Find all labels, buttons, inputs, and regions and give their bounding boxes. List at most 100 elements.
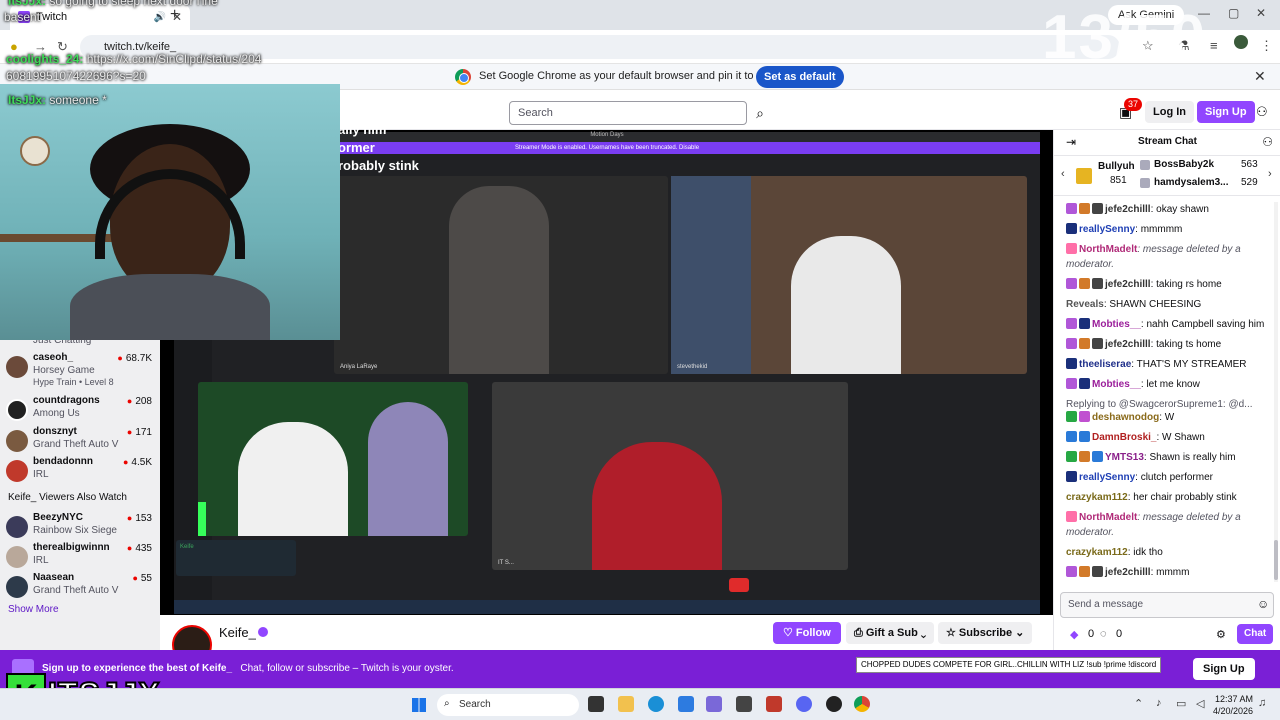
app-icon[interactable] [706, 696, 722, 712]
chat-username[interactable]: theeliserae [1079, 359, 1131, 370]
chat-header: ⇥ Stream Chat ⚇ [1054, 130, 1280, 156]
chat-message[interactable]: jefe2chilll: taking rs home [1066, 277, 1272, 292]
chat-message[interactable]: NorthMadelt: message deleted by a modera… [1066, 242, 1272, 272]
chat-send-button[interactable]: Chat [1237, 624, 1274, 644]
chat-username[interactable]: jefe2chilll [1105, 279, 1151, 290]
chat-username[interactable]: NorthMadelt [1079, 244, 1137, 255]
discord-icon[interactable] [796, 696, 812, 712]
file-explorer-icon[interactable] [618, 696, 634, 712]
tray-chevron-icon[interactable]: ⌃ [1134, 697, 1143, 710]
banner-signup-button[interactable]: Sign Up [1193, 658, 1255, 680]
media-icon[interactable]: ≡ [1210, 38, 1218, 53]
clock-date: 4/20/2026 [1213, 706, 1254, 716]
volume-icon[interactable]: ◁ [1196, 697, 1204, 710]
chat-badge-icon [1066, 451, 1077, 462]
channel-name[interactable]: Keife_ [219, 625, 256, 640]
microphone-icon[interactable]: ♪ [1156, 697, 1162, 709]
task-view-icon[interactable] [588, 696, 604, 712]
chat-message-list[interactable]: jefe2chilll: okay shawn reallySenny: mmmm… [1054, 202, 1276, 584]
twitch-search-input[interactable]: Search [509, 101, 747, 125]
chat-badge-icon [1066, 378, 1077, 389]
chat-message[interactable]: deshawnodog: W [1066, 410, 1272, 425]
settings-icon[interactable] [678, 696, 694, 712]
speaker-icon[interactable]: 🔊 [153, 12, 165, 23]
channel-name: Naasean [33, 572, 75, 583]
community-icon[interactable]: ⚇ [1262, 135, 1273, 149]
chat-username[interactable]: Mobties__ [1092, 379, 1141, 390]
overlay-text: basent [4, 10, 41, 24]
chat-message[interactable]: jefe2chilll: taking ts home [1066, 337, 1272, 352]
network-icon[interactable]: ▭ [1176, 697, 1186, 710]
chat-message[interactable]: YMTS13: Shawn is really him [1066, 450, 1272, 465]
app-icon[interactable] [766, 696, 782, 712]
window-close-icon[interactable]: ✕ [1256, 6, 1266, 20]
video-tile-2: stevethekid [671, 176, 1027, 374]
chat-message[interactable]: crazykam112: idk tho [1066, 545, 1272, 560]
chat-username[interactable]: Mobties__ [1092, 319, 1141, 330]
sidebar-channel-bendadonnn[interactable]: bendadonnn IRL 4.5K [6, 456, 156, 494]
new-tab-button[interactable]: + [170, 6, 179, 24]
chat-username[interactable]: jefe2chilll [1105, 204, 1151, 215]
chat-message-text: : mmmm [1150, 567, 1190, 578]
subscribe-button[interactable]: ☆ Subscribe ⌄ [938, 622, 1033, 644]
user-menu-icon[interactable]: ⚇ [1256, 104, 1268, 120]
channel-game: Grand Theft Auto V [33, 439, 119, 450]
infobar-close-icon[interactable]: ✕ [1254, 68, 1266, 85]
profile-avatar[interactable] [1234, 35, 1248, 49]
chat-username[interactable]: crazykam112 [1066, 547, 1128, 558]
taskbar-search[interactable]: Search [437, 694, 579, 716]
chat-username[interactable]: Reveals [1066, 299, 1104, 310]
chat-message[interactable]: Mobties__: nahh Campbell saving him [1066, 317, 1272, 332]
chat-message[interactable]: jefe2chilll: mmmm [1066, 565, 1272, 580]
chat-message[interactable]: jefe2chilll: okay shawn [1066, 202, 1272, 217]
windows-start-icon[interactable] [412, 698, 426, 712]
chat-scrollbar[interactable] [1274, 202, 1278, 582]
chat-username[interactable]: deshawnodog [1092, 412, 1159, 423]
chat-message[interactable]: NorthMadelt: message deleted by a modera… [1066, 510, 1272, 540]
emoji-icon[interactable]: ☺ [1257, 597, 1269, 611]
chat-message[interactable]: crazykam112: her chair probably stink [1066, 490, 1272, 505]
login-button[interactable]: Log In [1145, 101, 1194, 123]
taskbar-clock[interactable]: 12:37 AM 4/20/2026 [1213, 693, 1253, 717]
chat-username[interactable]: crazykam112 [1066, 492, 1128, 503]
gift-sub-button[interactable]: ⎙ Gift a Sub ⌄ [846, 622, 935, 644]
chat-username[interactable]: NorthMadelt [1079, 512, 1137, 523]
chat-username[interactable]: DamnBroski_ [1092, 432, 1156, 443]
overlay-user: ItsJJx: [8, 93, 47, 107]
channel-name: caseoh_ [33, 352, 74, 363]
chat-message[interactable]: reallySenny: mmmmm [1066, 222, 1272, 237]
chrome-icon[interactable] [854, 696, 870, 712]
chat-message[interactable]: Reveals: SHAWN CHEESING [1066, 297, 1272, 312]
chat-settings-gear-icon[interactable]: ⚙ [1216, 628, 1226, 641]
chat-username[interactable]: YMTS13 [1105, 452, 1144, 463]
follow-button[interactable]: ♡ Follow [773, 622, 841, 644]
chat-message[interactable]: theeliserae: THAT'S MY STREAMER [1066, 357, 1272, 372]
chat-message[interactable]: DamnBroski_: W Shawn [1066, 430, 1272, 445]
show-more-link[interactable]: Show More [8, 604, 59, 615]
set-default-button[interactable]: Set as default [756, 66, 844, 88]
sidebar-channel-caseoh[interactable]: caseoh_ Horsey Game Hype Train • Level 8… [6, 352, 156, 390]
menu-icon[interactable]: ⋮ [1260, 38, 1273, 54]
chat-scrollbar-thumb[interactable] [1274, 540, 1278, 580]
chat-username[interactable]: jefe2chilll [1105, 339, 1151, 350]
chat-input[interactable]: Send a message [1060, 592, 1274, 618]
obs-icon[interactable] [826, 696, 842, 712]
chat-username[interactable]: reallySenny [1079, 472, 1135, 483]
stream-caption-line: ormer [338, 140, 375, 155]
chat-username[interactable]: reallySenny [1079, 224, 1135, 235]
leaderboard-next-icon[interactable]: › [1268, 168, 1272, 180]
chat-username[interactable]: jefe2chilll [1105, 567, 1151, 578]
chat-message[interactable]: Mobties__: let me know [1066, 377, 1272, 392]
maximize-icon[interactable]: ▢ [1228, 6, 1239, 20]
chat-badge-icon [1066, 511, 1077, 522]
chat-message[interactable]: reallySenny: clutch performer [1066, 470, 1272, 485]
search-icon[interactable]: ⌕ [748, 101, 772, 125]
bits-icon[interactable]: ◆ [1070, 628, 1078, 641]
leaderboard-prev-icon[interactable]: ‹ [1061, 168, 1065, 180]
signup-button[interactable]: Sign Up [1197, 101, 1255, 123]
edge-icon[interactable] [648, 696, 664, 712]
notification-bell-icon[interactable]: ♫ [1258, 697, 1266, 709]
chat-username[interactable]: Replying to @SwagcerorSupreme1: @d... [1066, 399, 1253, 410]
channel-points-icon[interactable]: ◌ [1100, 628, 1107, 640]
app-icon[interactable] [736, 696, 752, 712]
